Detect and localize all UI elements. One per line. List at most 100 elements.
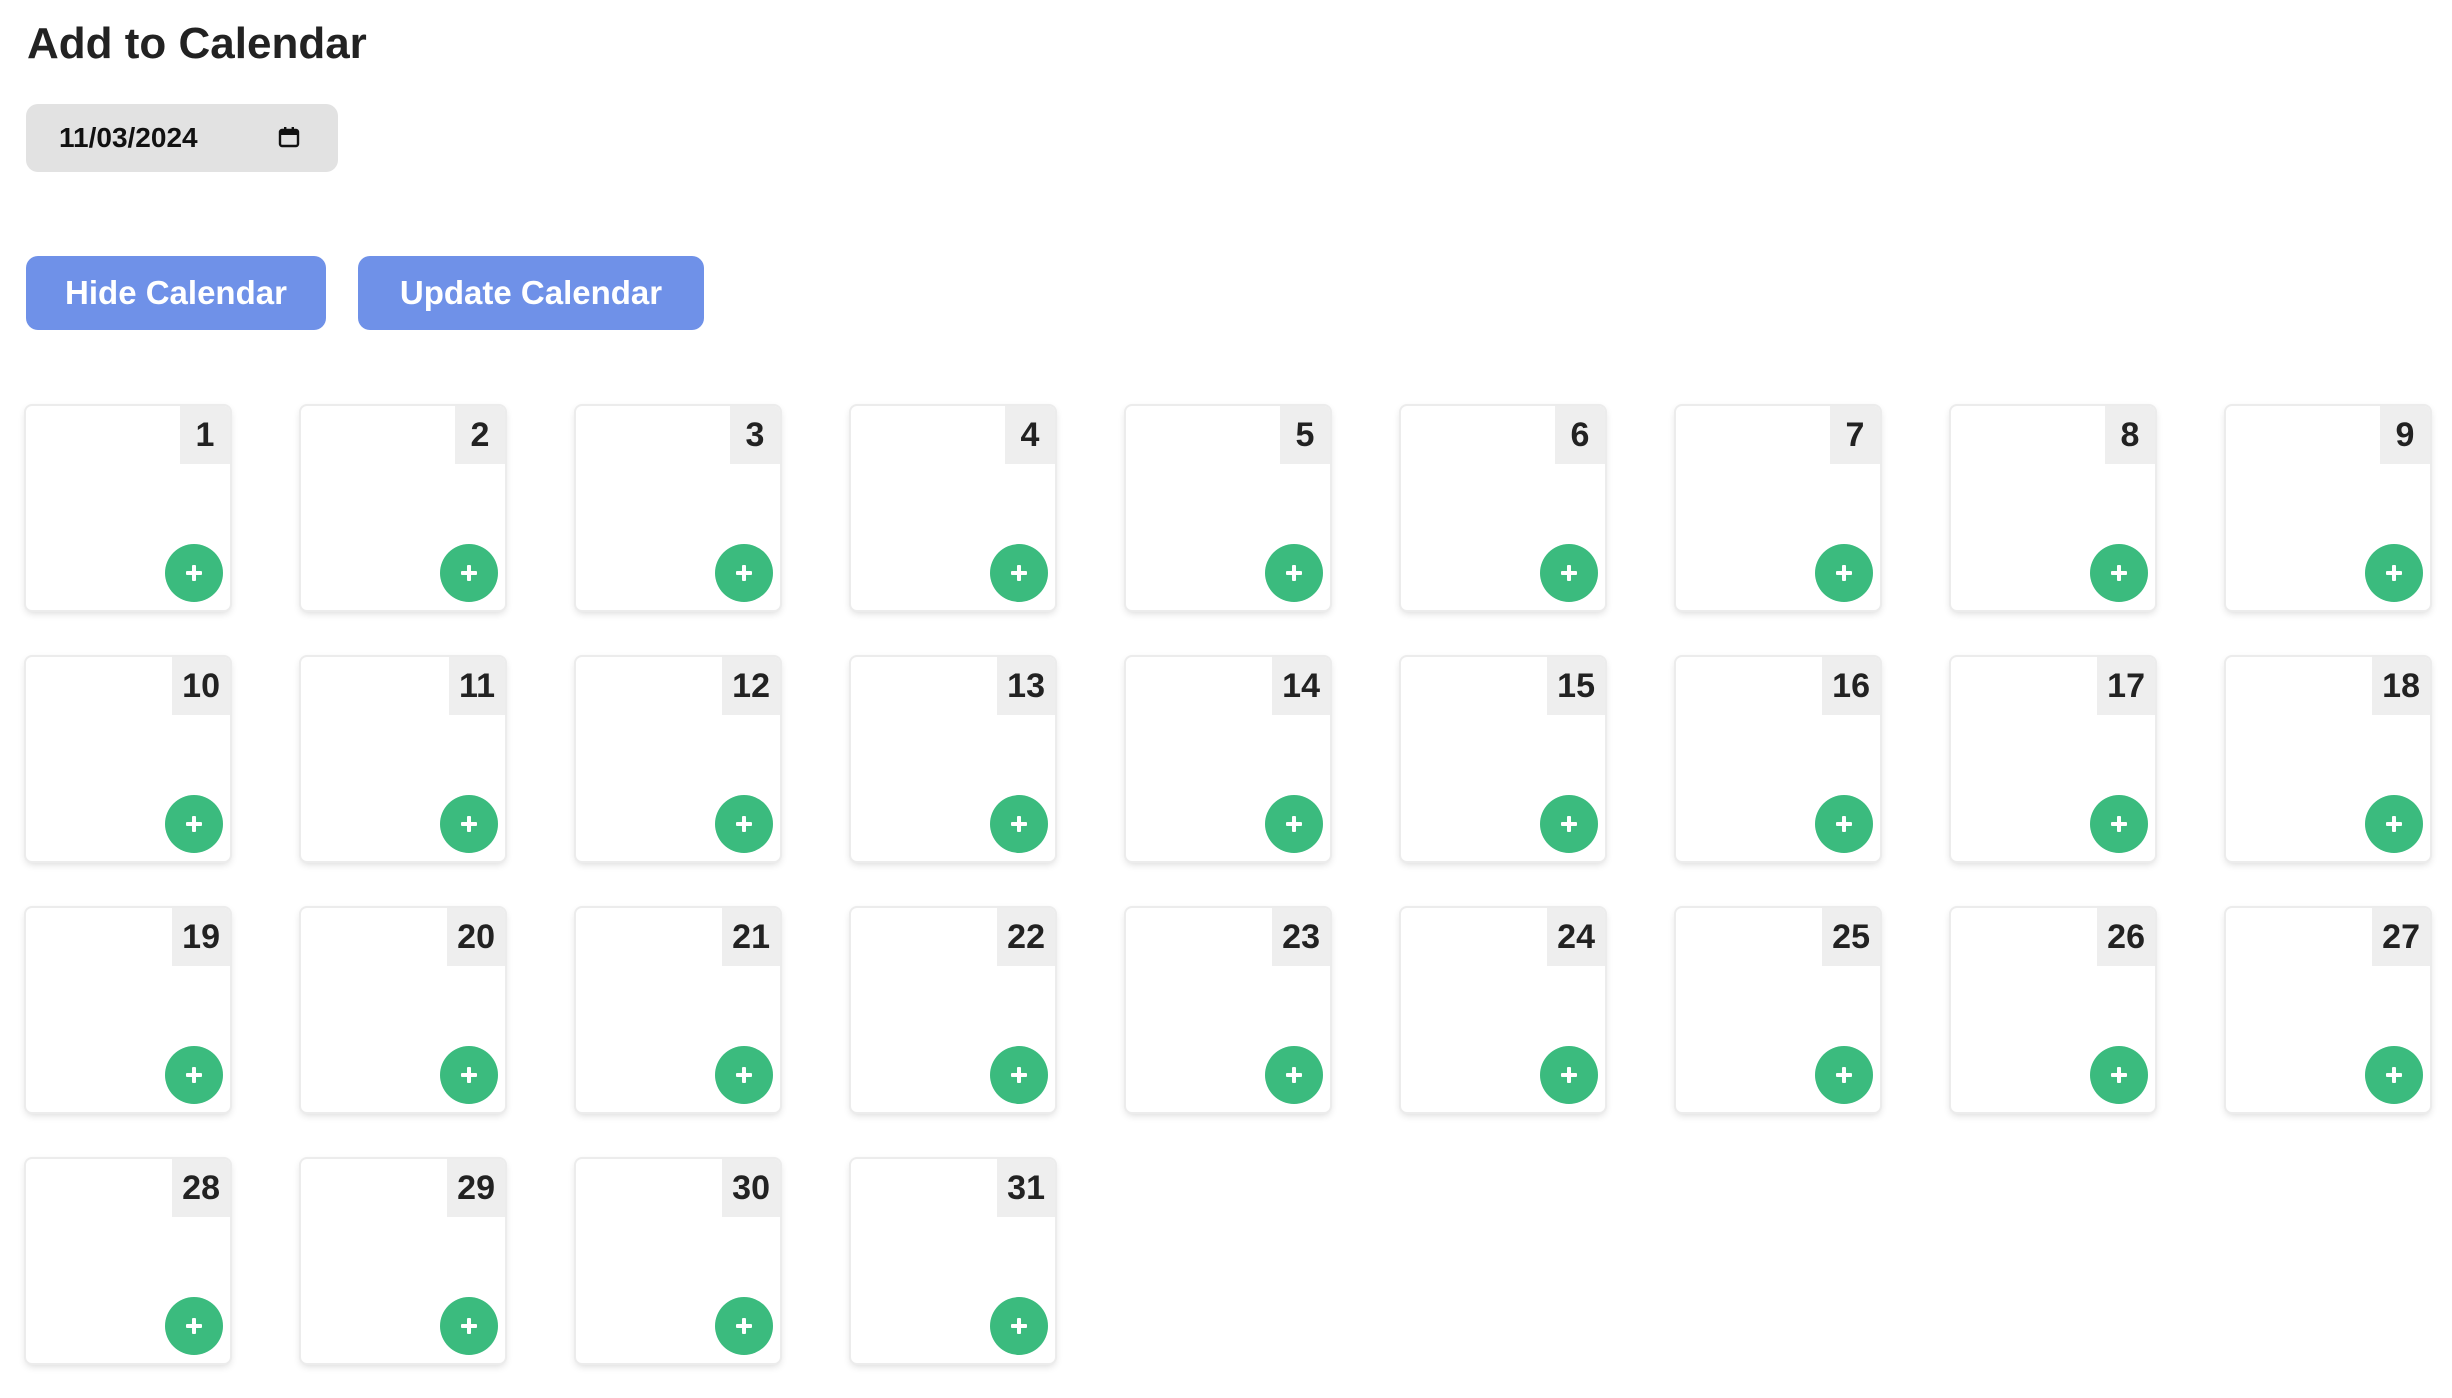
day-number: 30: [722, 1159, 780, 1217]
add-event-button-day-1[interactable]: [165, 544, 223, 602]
day-number: 15: [1547, 657, 1605, 715]
add-event-button-day-10[interactable]: [165, 795, 223, 853]
add-event-button-day-30[interactable]: [715, 1297, 773, 1355]
day-cell-25: 25: [1676, 908, 1880, 1112]
day-cell-26: 26: [1951, 908, 2155, 1112]
day-number: 16: [1822, 657, 1880, 715]
add-event-button-day-3[interactable]: [715, 544, 773, 602]
day-number: 23: [1272, 908, 1330, 966]
update-calendar-button[interactable]: Update Calendar: [358, 256, 704, 330]
day-cell-24: 24: [1401, 908, 1605, 1112]
add-event-button-day-5[interactable]: [1265, 544, 1323, 602]
day-cell-12: 12: [576, 657, 780, 861]
plus-icon: [461, 565, 477, 581]
day-cell-6: 6: [1401, 406, 1605, 610]
day-cell-1: 1: [26, 406, 230, 610]
day-number: 12: [722, 657, 780, 715]
day-cell-10: 10: [26, 657, 230, 861]
day-number: 3: [730, 406, 780, 464]
day-number: 4: [1005, 406, 1055, 464]
add-event-button-day-19[interactable]: [165, 1046, 223, 1104]
add-event-button-day-12[interactable]: [715, 795, 773, 853]
plus-icon: [736, 816, 752, 832]
plus-icon: [1011, 1067, 1027, 1083]
plus-icon: [1011, 816, 1027, 832]
add-event-button-day-24[interactable]: [1540, 1046, 1598, 1104]
day-number: 11: [449, 657, 505, 715]
add-event-button-day-21[interactable]: [715, 1046, 773, 1104]
add-event-button-day-27[interactable]: [2365, 1046, 2423, 1104]
day-number: 6: [1555, 406, 1605, 464]
day-cell-29: 29: [301, 1159, 505, 1363]
day-cell-19: 19: [26, 908, 230, 1112]
add-event-button-day-31[interactable]: [990, 1297, 1048, 1355]
day-number: 26: [2097, 908, 2155, 966]
add-event-button-day-11[interactable]: [440, 795, 498, 853]
day-cell-27: 27: [2226, 908, 2430, 1112]
plus-icon: [2111, 816, 2127, 832]
plus-icon: [1286, 816, 1302, 832]
plus-icon: [1836, 565, 1852, 581]
plus-icon: [1561, 816, 1577, 832]
day-cell-18: 18: [2226, 657, 2430, 861]
day-number: 8: [2105, 406, 2155, 464]
plus-icon: [461, 1067, 477, 1083]
add-event-button-day-20[interactable]: [440, 1046, 498, 1104]
day-number: 5: [1280, 406, 1330, 464]
add-event-button-day-25[interactable]: [1815, 1046, 1873, 1104]
add-event-button-day-17[interactable]: [2090, 795, 2148, 853]
plus-icon: [2111, 1067, 2127, 1083]
date-input[interactable]: 11/03/2024: [26, 104, 338, 172]
day-cell-11: 11: [301, 657, 505, 861]
day-number: 27: [2372, 908, 2430, 966]
plus-icon: [1561, 565, 1577, 581]
day-cell-21: 21: [576, 908, 780, 1112]
plus-icon: [186, 565, 202, 581]
plus-icon: [1011, 565, 1027, 581]
add-event-button-day-13[interactable]: [990, 795, 1048, 853]
day-cell-20: 20: [301, 908, 505, 1112]
add-event-button-day-23[interactable]: [1265, 1046, 1323, 1104]
plus-icon: [2111, 565, 2127, 581]
plus-icon: [1836, 816, 1852, 832]
day-number: 7: [1830, 406, 1880, 464]
date-input-value: 11/03/2024: [59, 122, 198, 153]
add-event-button-day-29[interactable]: [440, 1297, 498, 1355]
day-cell-30: 30: [576, 1159, 780, 1363]
add-event-button-day-18[interactable]: [2365, 795, 2423, 853]
add-event-button-day-8[interactable]: [2090, 544, 2148, 602]
add-event-button-day-9[interactable]: [2365, 544, 2423, 602]
add-event-button-day-15[interactable]: [1540, 795, 1598, 853]
calendar-grid: 1 2 3 4 5 6 7 8 9 10 11 12 13 14 15 16 1…: [26, 406, 2430, 1363]
add-event-button-day-2[interactable]: [440, 544, 498, 602]
add-event-button-day-4[interactable]: [990, 544, 1048, 602]
add-event-button-day-6[interactable]: [1540, 544, 1598, 602]
add-event-button-day-26[interactable]: [2090, 1046, 2148, 1104]
plus-icon: [1286, 1067, 1302, 1083]
plus-icon: [461, 1318, 477, 1334]
day-cell-13: 13: [851, 657, 1055, 861]
add-event-button-day-16[interactable]: [1815, 795, 1873, 853]
hide-calendar-button[interactable]: Hide Calendar: [26, 256, 326, 330]
day-cell-16: 16: [1676, 657, 1880, 861]
day-cell-17: 17: [1951, 657, 2155, 861]
plus-icon: [186, 1318, 202, 1334]
day-number: 9: [2380, 406, 2430, 464]
day-cell-7: 7: [1676, 406, 1880, 610]
plus-icon: [736, 1067, 752, 1083]
day-cell-5: 5: [1126, 406, 1330, 610]
day-number: 10: [172, 657, 230, 715]
add-event-button-day-7[interactable]: [1815, 544, 1873, 602]
calendar-icon[interactable]: [278, 126, 300, 148]
day-cell-23: 23: [1126, 908, 1330, 1112]
add-event-button-day-28[interactable]: [165, 1297, 223, 1355]
day-cell-3: 3: [576, 406, 780, 610]
add-event-button-day-14[interactable]: [1265, 795, 1323, 853]
day-number: 17: [2097, 657, 2155, 715]
add-event-button-day-22[interactable]: [990, 1046, 1048, 1104]
day-cell-4: 4: [851, 406, 1055, 610]
plus-icon: [1836, 1067, 1852, 1083]
plus-icon: [1561, 1067, 1577, 1083]
day-number: 18: [2372, 657, 2430, 715]
day-cell-14: 14: [1126, 657, 1330, 861]
